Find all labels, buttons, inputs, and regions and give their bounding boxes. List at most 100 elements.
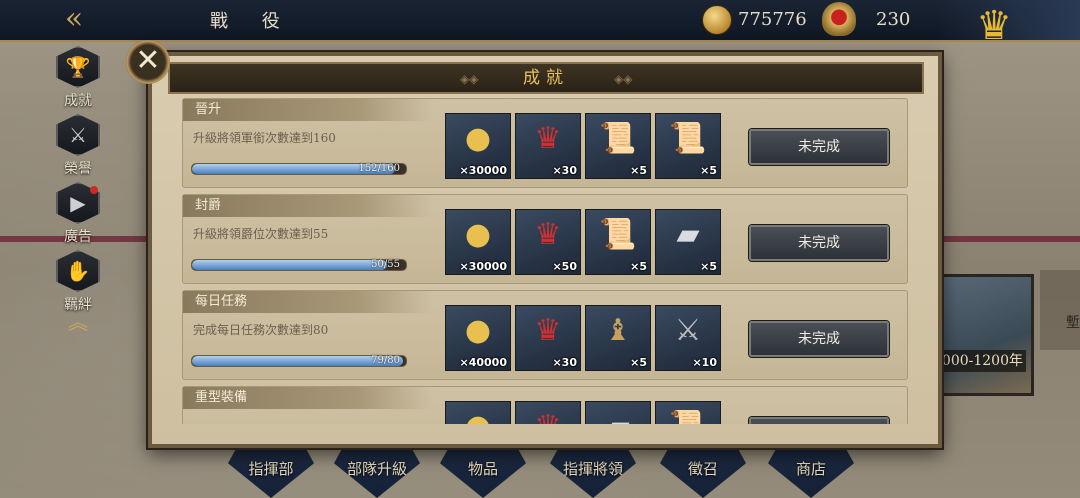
reward-item[interactable]: 📜 ×5	[585, 209, 651, 275]
silver-ingot-icon: ▰	[586, 402, 650, 424]
status-button[interactable]: 未完成	[749, 129, 889, 165]
sword-icon: ⚔	[56, 114, 100, 156]
nav-unit-upgrade[interactable]: 部隊升級	[334, 440, 420, 498]
achievement-title: 重型裝備	[183, 387, 433, 409]
achievement-row: 每日任務 完成每日任務次數達到80 79/80 ● ×40000 ♛ ×30 ♝ ×5…	[182, 290, 908, 380]
gold-coins-icon: ●	[464, 121, 492, 156]
notification-dot	[90, 186, 98, 194]
chevron-up-icon[interactable]: ︽	[64, 306, 92, 334]
map-scroll-icon: 📜	[669, 121, 707, 156]
reward-item[interactable]: ♛ ×50	[515, 209, 581, 275]
reward-item[interactable]: ●	[445, 401, 511, 424]
nav-label: 榮譽	[64, 161, 92, 177]
medal-icon: ♛	[534, 121, 562, 156]
nav-label: 廣告	[64, 229, 92, 245]
progress-bar: 152/160	[191, 163, 407, 175]
reward-qty: ×5	[700, 164, 717, 177]
era-card[interactable]	[928, 274, 1034, 396]
reward-item[interactable]: ▰	[585, 401, 651, 424]
siege-weapon-icon: ⚔	[674, 313, 702, 348]
nav-generals[interactable]: 指揮將領	[550, 440, 636, 498]
nav-bonds[interactable]: ✋ 羈絆	[50, 250, 106, 313]
gold-coins-icon: ●	[446, 402, 510, 424]
scroll-icon: 📜	[599, 121, 637, 156]
bottom-nav-label: 指揮將領	[562, 460, 623, 478]
nav-items[interactable]: 物品	[440, 440, 526, 498]
bottom-nav: 指揮部 部隊升級 物品 指揮將領 徵召 商店	[200, 440, 900, 498]
reward-qty: ×5	[700, 260, 717, 273]
right-edge-panel	[1040, 270, 1080, 350]
left-nav: 🏆 成就 ⚔ 榮譽 ▶ 廣告 ✋ 羈絆 ︽	[50, 46, 110, 336]
crown-icon[interactable]: ♛	[962, 2, 1026, 50]
reward-qty: ×30000	[459, 260, 508, 273]
handshake-icon: ✋	[56, 250, 100, 292]
bishop-piece-icon: ♝	[604, 313, 632, 348]
era-card-label: 1000-1200年	[930, 350, 1026, 372]
gold-coins-icon: ●	[464, 217, 492, 252]
reward-item[interactable]: ♛	[515, 401, 581, 424]
achievement-title: 每日任務	[183, 291, 433, 313]
reward-qty: ×5	[630, 260, 647, 273]
achievement-row: 封爵 升級將領爵位次數達到55 50/55 ● ×30000 ♛ ×50 📜 ×5 ▰…	[182, 194, 908, 284]
nav-headquarters[interactable]: 指揮部	[228, 440, 314, 498]
achievement-desc: 升級將領軍銜次數達到160	[193, 131, 336, 145]
dialog-title: 成就	[523, 68, 569, 88]
bottom-nav-label: 部隊升級	[346, 460, 407, 478]
reward-item[interactable]: ♛ ×30	[515, 305, 581, 371]
reward-item[interactable]: ⚔ ×10	[655, 305, 721, 371]
scroll-icon: 📜	[599, 217, 637, 252]
medal-count: 230	[876, 9, 911, 30]
achievement-title: 晉升	[183, 99, 433, 121]
reward-item[interactable]: 📜 ×5	[585, 113, 651, 179]
reward-qty: ×30	[552, 356, 577, 369]
status-button[interactable]	[749, 417, 889, 424]
gold-coin-icon	[702, 5, 732, 35]
right-edge-text: 塹	[1066, 315, 1080, 331]
reward-qty: ×5	[630, 356, 647, 369]
reward-qty: ×30	[552, 164, 577, 177]
nav-ads[interactable]: ▶ 廣告	[50, 182, 106, 245]
achievement-row: 晉升 升級將領軍銜次數達到160 152/160 ● ×30000 ♛ ×30 📜 ×…	[182, 98, 908, 188]
back-arrow-icon[interactable]: «	[44, 2, 104, 36]
medal-icon: ♛	[534, 313, 562, 348]
reward-qty: ×10	[692, 356, 717, 369]
achievement-desc: 升級將領爵位次數達到55	[193, 227, 329, 241]
trophy-icon: 🏆	[56, 46, 100, 88]
status-button[interactable]: 未完成	[749, 321, 889, 357]
progress-bar: 79/80	[191, 355, 407, 367]
achievement-title: 封爵	[183, 195, 433, 217]
reward-item[interactable]: ▰ ×5	[655, 209, 721, 275]
achievement-desc: 完成每日任務次數達到80	[193, 323, 329, 337]
map-scroll-icon: 📜	[656, 402, 720, 424]
progress-text: 152/160	[358, 163, 400, 174]
reward-item[interactable]: ● ×30000	[445, 113, 511, 179]
reward-item[interactable]: ● ×30000	[445, 209, 511, 275]
reward-item[interactable]: 📜 ×5	[655, 113, 721, 179]
medal-icon: ♛	[534, 217, 562, 252]
nav-label: 成就	[64, 93, 92, 109]
progress-text: 79/80	[371, 355, 400, 366]
bottom-nav-label: 商店	[795, 460, 826, 478]
header-ornament-icon: ◈◈	[614, 72, 633, 86]
medal-icon: ♛	[516, 402, 580, 424]
nav-recruit[interactable]: 徵召	[660, 440, 746, 498]
reward-item[interactable]: ♛ ×30	[515, 113, 581, 179]
reward-item[interactable]: ♝ ×5	[585, 305, 651, 371]
reward-item[interactable]: ● ×40000	[445, 305, 511, 371]
achievements-dialog: ◈◈ 成就 ◈◈ 晉升 升級將領軍銜次數達到160 152/160 ● ×3000…	[148, 52, 942, 448]
progress-text: 50/55	[371, 259, 400, 270]
achievement-row: 重型裝備 ● ♛ ▰ 📜	[182, 386, 908, 424]
reward-item[interactable]: 📜	[655, 401, 721, 424]
nav-honor[interactable]: ⚔ 榮譽	[50, 114, 106, 177]
page-title: 戰 役	[210, 11, 294, 32]
close-icon[interactable]: ✕	[126, 40, 170, 84]
bottom-nav-label: 指揮部	[248, 460, 294, 478]
coin-count: 775776	[738, 9, 807, 30]
status-button[interactable]: 未完成	[749, 225, 889, 261]
gold-coins-icon: ●	[464, 313, 492, 348]
bottom-nav-label: 徵召	[687, 460, 718, 478]
nav-achievements[interactable]: 🏆 成就	[50, 46, 106, 109]
achievement-list[interactable]: 晉升 升級將領軍銜次數達到160 152/160 ● ×30000 ♛ ×30 📜 ×…	[182, 98, 908, 424]
nav-shop[interactable]: 商店	[768, 440, 854, 498]
progress-bar: 50/55	[191, 259, 407, 271]
